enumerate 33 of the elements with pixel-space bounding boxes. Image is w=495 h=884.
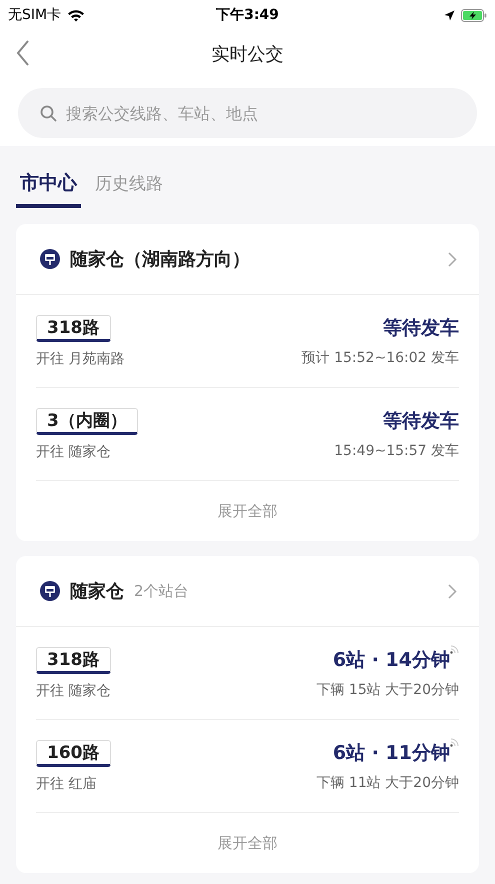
platform-count: 2个站台 <box>134 582 189 600</box>
route-badge[interactable]: 3（内圈） <box>36 408 138 435</box>
tab[interactable]: 市中心 <box>16 166 81 208</box>
destination-text: 开往 随家仓 <box>36 443 112 461</box>
route-badge[interactable]: 160路 <box>36 740 110 767</box>
route-badge[interactable]: 318路 <box>36 315 110 342</box>
route-badge[interactable]: 318路 <box>36 647 110 674</box>
carrier-text: 无SIM卡 <box>8 6 62 24</box>
departure-detail: 15:49~15:57 发车 <box>334 442 459 460</box>
departure-detail: 下辆 15站 大于20分钟 <box>316 681 459 699</box>
departure-detail: 下辆 11站 大于20分钟 <box>316 774 459 792</box>
search-field[interactable]: 搜索公交线路、车站、地点 <box>18 88 477 138</box>
station-name: 随家仓 <box>70 580 124 603</box>
chevron-right-icon[interactable] <box>448 252 457 266</box>
location-icon <box>444 10 455 20</box>
destination-text: 开往 红庙 <box>36 775 98 793</box>
page-title: 实时公交 <box>212 43 284 66</box>
station-name: 随家仓（湖南路方向） <box>70 248 250 271</box>
arrival-status: 6站 · 11分钟 <box>332 741 450 766</box>
realtime-signal-icon <box>450 645 459 654</box>
realtime-signal-icon <box>450 738 459 747</box>
destination-text: 开往 随家仓 <box>36 682 110 700</box>
departure-detail: 预计 15:52~16:02 发车 <box>302 349 459 367</box>
bus-stop-icon <box>40 249 60 269</box>
wifi-icon <box>67 8 86 22</box>
arrival-status: 等待发车 <box>383 409 459 434</box>
arrival-status: 6站 · 14分钟 <box>332 648 450 673</box>
clock-time: 下午3:49 <box>216 6 279 24</box>
chevron-right-icon[interactable] <box>448 584 457 598</box>
bus-stop-icon <box>40 581 60 601</box>
destination-text: 开往 月苑南路 <box>36 350 124 368</box>
arrival-status: 等待发车 <box>383 316 459 341</box>
battery-icon <box>461 8 487 22</box>
